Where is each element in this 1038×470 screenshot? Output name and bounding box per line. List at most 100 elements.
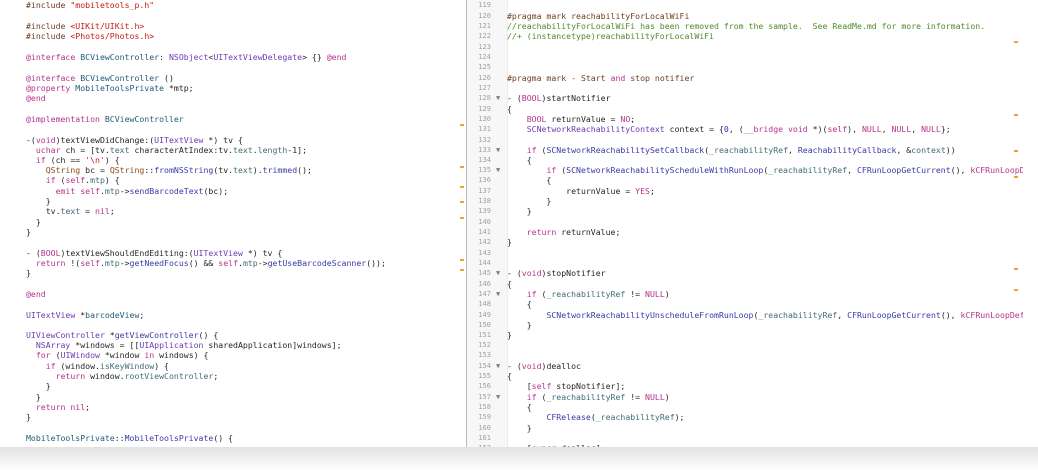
code-token: !( — [65, 258, 81, 268]
code-line[interactable]: 145 ▼ - (void)stopNotifier — [467, 268, 1023, 278]
fold-arrow-icon[interactable]: ▼ — [496, 165, 500, 175]
code-line[interactable]: 144 — [467, 258, 1023, 268]
code-line[interactable]: } — [26, 217, 41, 227]
code-line[interactable]: 154 ▼ - (void)dealloc — [467, 361, 1023, 371]
fold-arrow-icon[interactable]: ▼ — [496, 361, 500, 371]
code-line[interactable]: 124 — [467, 52, 1023, 62]
code-line[interactable]: 119 — [467, 0, 1023, 10]
code-line[interactable]: 120 #pragma mark reachabilityForLocalWiFi — [467, 11, 1023, 21]
code-line[interactable]: 127 — [467, 83, 1023, 93]
code-line[interactable]: - (BOOL)textViewShouldEndEditing:(UIText… — [26, 248, 282, 258]
code-line[interactable]: 125 — [467, 62, 1023, 72]
code-line[interactable]: if (window.isKeyWindow) { — [26, 361, 169, 371]
code-line[interactable]: 157 ▼ if (_reachabilityRef != NULL) — [467, 392, 1023, 402]
code-line[interactable]: } — [26, 196, 51, 206]
fold-arrow-icon[interactable]: ▼ — [496, 392, 500, 402]
fold-arrow-icon[interactable]: ▼ — [496, 145, 500, 155]
code-line[interactable]: UITextView *barcodeView; — [26, 310, 144, 320]
code-token: BCViewController — [80, 73, 160, 83]
code-line[interactable]: 134 { — [467, 155, 1023, 165]
code-line[interactable]: 140 — [467, 217, 1023, 227]
code-line[interactable]: 143 — [467, 248, 1023, 258]
code-line[interactable]: return !(self.mtp->getNeedFocus() && sel… — [26, 258, 386, 268]
code-line[interactable]: 137 returnValue = YES; — [467, 186, 1023, 196]
code-line[interactable]: 129 { — [467, 104, 1023, 114]
fold-arrow-icon[interactable]: ▼ — [496, 93, 500, 103]
code-line[interactable]: 146 { — [467, 279, 1023, 289]
code-line[interactable]: 150 } — [467, 320, 1023, 330]
code-token: UITextView — [26, 310, 76, 320]
code-token: @end — [26, 289, 46, 299]
code-line[interactable]: 121 //reachabilityForLocalWiFi has been r… — [467, 21, 1023, 31]
code-line[interactable]: if (self.mtp) { — [26, 175, 120, 185]
code-line[interactable]: 126 #pragma mark - Start and stop notifie… — [467, 73, 1023, 83]
code-line[interactable]: 148 { — [467, 299, 1023, 309]
code-line[interactable]: #include <UIKit/UIKit.h> — [26, 21, 144, 31]
code-line[interactable]: 153 — [467, 350, 1023, 360]
code-line[interactable]: UIViewController *getViewController() { — [26, 330, 218, 340]
code-line[interactable]: } — [26, 227, 31, 237]
code-token: NULL — [891, 124, 912, 134]
code-line[interactable]: @interface BCViewController: NSObject<UI… — [26, 52, 346, 62]
code-line[interactable]: return nil; — [26, 402, 90, 412]
code-line[interactable]: 160 } — [467, 423, 1023, 433]
code-line[interactable]: 142} — [467, 237, 1023, 247]
code-line[interactable]: 123 — [467, 42, 1023, 52]
code-line[interactable]: 151} — [467, 330, 1023, 340]
code-line[interactable]: for (UIWindow *window in windows) { — [26, 350, 209, 360]
code-line[interactable]: 149 SCNetworkReachabilityUnscheduleFromR… — [467, 310, 1023, 320]
code-token: MobileToolsPrivate — [124, 433, 214, 443]
code-line[interactable]: return window.rootViewController; — [26, 371, 219, 381]
code-line[interactable]: tv.text = nil; — [26, 206, 115, 216]
code-line[interactable]: 155 { — [467, 371, 1023, 381]
code-line[interactable]: } — [26, 412, 31, 422]
code-line[interactable]: 128 ▼ - (BOOL)startNotifier — [467, 93, 1023, 103]
code-line[interactable]: MobileToolsPrivate::MobileToolsPrivate()… — [26, 433, 233, 443]
code-line[interactable]: 133 ▼ if (SCNetworkReachabilitySetCallbac… — [467, 145, 1023, 155]
code-token: (), — [940, 310, 961, 320]
fold-arrow-icon[interactable]: ▼ — [496, 289, 500, 299]
code-line[interactable]: 138 } — [467, 196, 1023, 206]
code-line[interactable]: QString bc = QString::fromNSString(tv.te… — [26, 165, 312, 175]
code-line[interactable]: uchar ch = [tv.text characterAtIndex:tv.… — [26, 145, 307, 155]
code-text: { — [507, 299, 532, 309]
code-line[interactable]: @end — [26, 289, 46, 299]
change-marker — [460, 201, 464, 203]
code-line[interactable]: 141 return returnValue; — [467, 227, 1023, 237]
code-line[interactable]: @property MobileToolsPrivate *mtp; — [26, 83, 194, 93]
change-marker — [1014, 150, 1018, 152]
code-line[interactable]: if (ch == '\n') { — [26, 155, 120, 165]
code-line[interactable]: } — [26, 268, 31, 278]
code-line[interactable]: @end — [26, 93, 46, 103]
code-line[interactable]: 135 ▼ if (SCNetworkReachabilityScheduleWi… — [467, 165, 1023, 175]
code-line[interactable]: @interface BCViewController () — [26, 73, 174, 83]
code-line[interactable]: 156 [self stopNotifier]; — [467, 381, 1023, 391]
code-line[interactable]: 132 — [467, 135, 1023, 145]
code-line[interactable]: 152 — [467, 340, 1023, 350]
code-token: = — [80, 206, 96, 216]
code-line[interactable]: 158 { — [467, 402, 1023, 412]
right-editor-pane[interactable]: 119 120 #pragma mark reachabilityForLocalW… — [466, 0, 1023, 447]
code-token: *mtp; — [164, 83, 194, 93]
code-line[interactable]: 159 CFRelease(_reachabilityRef); — [467, 412, 1023, 422]
code-line[interactable]: #include <Photos/Photos.h> — [26, 31, 154, 41]
code-line[interactable]: #include "mobiletools_p.h" — [26, 0, 154, 10]
code-line[interactable]: 136 { — [467, 175, 1023, 185]
code-token: @implementation — [26, 114, 105, 124]
fold-arrow-icon[interactable]: ▼ — [496, 268, 500, 278]
code-line[interactable]: 147 ▼ if (_reachabilityRef != NULL) — [467, 289, 1023, 299]
code-line[interactable]: emit self.mtp->sendBarcodeText(bc); — [26, 186, 229, 196]
line-number: 129 — [478, 105, 491, 113]
code-line[interactable]: } — [26, 381, 51, 391]
code-line[interactable]: 139 } — [467, 206, 1023, 216]
code-line[interactable]: -(void)textViewDidChange:(UITextView *) … — [26, 135, 243, 145]
code-line[interactable]: 131 SCNetworkReachabilityContext context… — [467, 124, 1023, 134]
left-editor-pane[interactable]: #include "mobiletools_p.h" #include <UIKi… — [14, 0, 466, 447]
code-line[interactable]: @implementation BCViewController — [26, 114, 184, 124]
code-line[interactable]: 161 — [467, 433, 1023, 443]
code-line[interactable]: NSArray *windows = [[UIApplication share… — [26, 340, 342, 350]
code-line[interactable]: 130 BOOL returnValue = NO; — [467, 114, 1023, 124]
code-text: BOOL returnValue = NO; — [507, 114, 635, 124]
code-line[interactable]: } — [26, 392, 41, 402]
code-line[interactable]: 122 //+ (instancetype)reachabilityForLoca… — [467, 31, 1023, 41]
